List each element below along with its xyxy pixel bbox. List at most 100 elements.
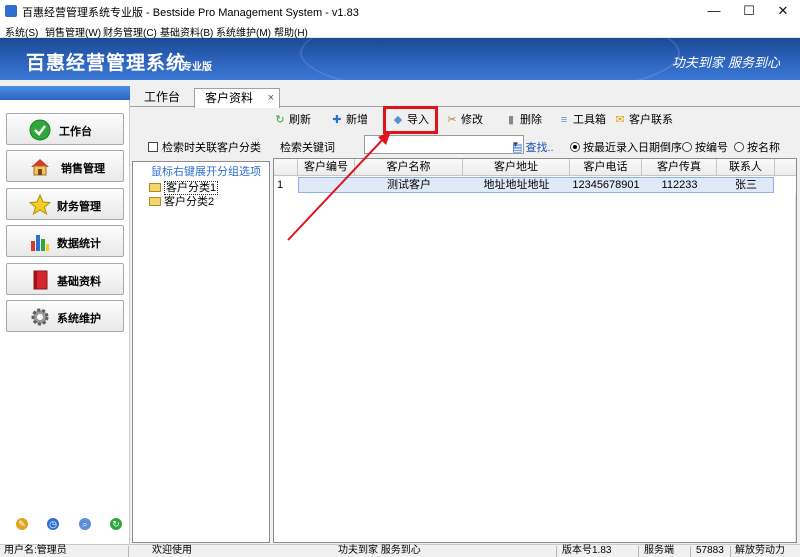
check-icon xyxy=(29,119,51,141)
pencil-icon[interactable]: ✎ xyxy=(16,518,28,530)
app-window: 百惠经营管理系统专业版 - Bestside Pro Management Sy… xyxy=(0,0,800,557)
contact-label: 客户联系 xyxy=(629,114,673,126)
delete-button[interactable]: ▮ 删除 xyxy=(505,111,542,129)
status-user: 用户名:管理员 xyxy=(4,545,67,556)
column-header[interactable]: 客户电话 xyxy=(570,159,642,176)
tab-label: 客户资料 xyxy=(205,91,254,105)
status-bar: 用户名:管理员 欢迎使用 功夫到家 服务到心 版本号1.83 服务端 57883… xyxy=(0,544,800,557)
column-header[interactable]: 客户地址 xyxy=(463,159,570,176)
customer-contact-button[interactable]: ✉ 客户联系 xyxy=(614,111,673,129)
menu-bar: 系统(S) 销售管理(W) 财务管理(C) 基础资料(B) 系统维护(M) 帮助… xyxy=(0,22,800,39)
import-button[interactable]: ◆ 导入 xyxy=(383,106,438,134)
tab-customer-info[interactable]: 客户资料 × xyxy=(194,88,281,108)
status-welcome: 欢迎使用 xyxy=(152,545,192,556)
radio-sort-by-date[interactable]: 按最近录入日期倒序 xyxy=(570,139,682,155)
radio-dot[interactable] xyxy=(734,142,744,152)
radio-dot[interactable] xyxy=(682,142,692,152)
status-separator xyxy=(638,546,639,557)
import-label: 导入 xyxy=(407,114,429,126)
book-icon xyxy=(29,269,51,291)
status-code: 57883 xyxy=(696,545,724,556)
cell-contact-person[interactable]: 张三 xyxy=(717,177,775,193)
row-number: 1 xyxy=(277,179,284,191)
radio-sort-by-code[interactable]: 按编号 xyxy=(682,139,728,155)
radio-sort-by-name[interactable]: 按名称 xyxy=(734,139,780,155)
status-server: 服务端 xyxy=(644,545,674,556)
plus-icon: ✚ xyxy=(332,114,342,126)
scrollbar-track[interactable] xyxy=(795,193,796,542)
menu-basic-data[interactable]: 基础资料(B) xyxy=(160,24,213,39)
associate-category-checkbox[interactable]: 检索时关联客户分类 xyxy=(148,139,261,155)
row-number-header xyxy=(274,159,298,176)
gear-icon xyxy=(29,306,51,328)
status-version: 版本号1.83 xyxy=(562,545,612,556)
import-icon: ◆ xyxy=(393,114,403,126)
radio-dot[interactable] xyxy=(570,142,580,152)
minimize-button[interactable]: — xyxy=(697,0,731,22)
menu-maintenance[interactable]: 系统维护(M) xyxy=(216,24,271,39)
refresh-icon: ↻ xyxy=(275,114,285,126)
sidebar-item-label: 工作台 xyxy=(59,126,92,138)
checkbox-box[interactable] xyxy=(148,142,158,152)
contact-icon: ✉ xyxy=(615,114,625,126)
banner-edition: 专业版 xyxy=(182,62,212,73)
cell-customer-phone[interactable]: 12345678901 xyxy=(570,177,642,193)
banner-app-name: 百惠经营管理系统 xyxy=(26,53,187,74)
edit-icon: ✂ xyxy=(447,114,457,126)
cell-customer-code[interactable] xyxy=(298,177,355,193)
cell-customer-fax[interactable]: 112233 xyxy=(642,177,717,193)
toolbox-label: 工具箱 xyxy=(573,114,606,126)
cell-customer-address[interactable]: 地址地址地址 xyxy=(463,177,570,193)
menu-finance[interactable]: 财务管理(C) xyxy=(103,24,157,39)
sidebar-item-finance[interactable]: 财务管理 xyxy=(6,188,124,220)
tab-workbench[interactable]: 工作台 xyxy=(134,88,190,107)
tree-node-category-2[interactable]: 客户分类2 xyxy=(149,193,214,209)
sidebar-item-maintenance[interactable]: 系统维护 xyxy=(6,300,124,332)
banner-slogan: 功夫到家 服务到心 xyxy=(671,56,780,71)
toolbox-button[interactable]: ≡ 工具箱 xyxy=(558,111,606,129)
refresh-icon[interactable]: ↻ xyxy=(110,518,122,530)
find-button[interactable]: ▤ 查找.. xyxy=(512,139,554,155)
window-title: 百惠经营管理系统专业版 - Bestside Pro Management Sy… xyxy=(22,7,359,19)
app-icon xyxy=(5,5,17,17)
category-tree: 鼠标右键展开分组选项 客户分类1 客户分类2 xyxy=(132,161,270,543)
status-slogan: 功夫到家 服务到心 xyxy=(338,545,421,556)
sidebar-item-basic-data[interactable]: 基础资料 xyxy=(6,263,124,295)
sidebar-item-sales[interactable]: 销售管理 xyxy=(6,150,124,182)
refresh-button[interactable]: ↻ 刷新 xyxy=(274,111,311,129)
column-header[interactable]: 客户编号 xyxy=(298,159,355,176)
edit-button[interactable]: ✂ 修改 xyxy=(446,111,483,129)
search-icon[interactable]: ⌕ xyxy=(79,518,91,530)
search-bar: 检索关键词 ▼ ▤ 查找.. 按最近录入日期倒序 按编号 按名称 xyxy=(276,135,800,155)
folder-icon xyxy=(149,197,161,206)
maximize-button[interactable]: ☐ xyxy=(732,0,766,22)
star-icon xyxy=(28,193,52,216)
column-header[interactable]: 联系人 xyxy=(717,159,775,176)
banner-decoration xyxy=(300,38,680,80)
search-keyword-input[interactable] xyxy=(364,135,524,154)
sidebar-item-statistics[interactable]: 数据统计 xyxy=(6,225,124,257)
house-icon xyxy=(29,156,51,178)
add-button[interactable]: ✚ 新增 xyxy=(331,111,368,129)
menu-system[interactable]: 系统(S) xyxy=(5,24,38,39)
tab-close-icon[interactable]: × xyxy=(268,89,274,107)
menu-help[interactable]: 帮助(H) xyxy=(274,24,308,39)
column-header[interactable]: 客户名称 xyxy=(355,159,463,176)
column-header[interactable]: 客户传真 xyxy=(642,159,717,176)
menu-sales[interactable]: 销售管理(W) xyxy=(45,24,101,39)
toolbar: ↻ 刷新 ✚ 新增 ◆ 导入 ✂ 修改 ▮ 删除 ≡ 工具箱 ✉ 客户联系 xyxy=(270,106,800,134)
clock-icon[interactable]: ◷ xyxy=(47,518,59,530)
table-row[interactable]: 1 测试客户 地址地址地址 12345678901 112233 张三 xyxy=(274,177,796,193)
search-label: 检索关键词 xyxy=(280,142,335,154)
sidebar-item-label: 数据统计 xyxy=(57,238,101,250)
customer-table: 客户编号 客户名称 客户地址 客户电话 客户传真 联系人 1 测试客户 地址地址… xyxy=(273,158,797,543)
tree-hint: 鼠标右键展开分组选项 xyxy=(151,166,261,178)
cell-customer-name[interactable]: 测试客户 xyxy=(355,177,463,193)
add-label: 新增 xyxy=(346,114,368,126)
radio-label: 按编号 xyxy=(695,142,728,154)
delete-label: 删除 xyxy=(520,114,542,126)
title-bar: 百惠经营管理系统专业版 - Bestside Pro Management Sy… xyxy=(0,0,800,22)
close-button[interactable]: ✕ xyxy=(766,0,800,22)
edit-label: 修改 xyxy=(461,114,483,126)
sidebar-item-workbench[interactable]: 工作台 xyxy=(6,113,124,145)
